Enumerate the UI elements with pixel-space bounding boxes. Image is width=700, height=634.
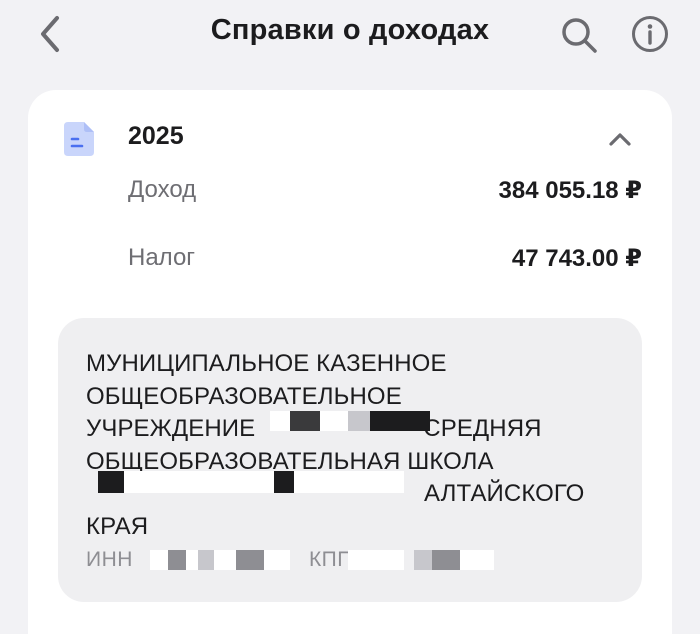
redaction-mask xyxy=(460,550,494,570)
redaction-mask xyxy=(186,550,198,570)
redaction-mask xyxy=(348,550,404,570)
employer-name-part: СРЕДНЯЯ xyxy=(423,415,542,442)
redaction-mask xyxy=(236,550,264,570)
redaction-mask xyxy=(264,550,290,570)
redaction-mask xyxy=(214,550,236,570)
certificate-year[interactable]: 2025 xyxy=(128,122,184,151)
search-icon xyxy=(562,18,597,53)
redaction-mask xyxy=(274,471,294,493)
income-value: 384 055.18 ₽ xyxy=(498,177,642,204)
employer-block[interactable]: МУНИЦИПАЛЬНОЕ КАЗЕННОЕ ОБЩЕОБРАЗОВАТЕЛЬН… xyxy=(58,318,642,602)
info-icon xyxy=(632,16,668,52)
search-button[interactable] xyxy=(556,12,602,58)
info-button[interactable] xyxy=(626,10,674,58)
inn-label: ИНН xyxy=(86,548,133,571)
redaction-mask xyxy=(254,471,274,493)
tax-value: 47 743.00 ₽ xyxy=(511,245,642,272)
income-certificate-card: 2025 Доход 384 055.18 ₽ Налог 47 743.00 … xyxy=(28,90,672,634)
redaction-mask xyxy=(98,471,124,493)
redaction-mask xyxy=(270,411,290,431)
employer-name: МУНИЦИПАЛЬНОЕ КАЗЕННОЕ ОБЩЕОБРАЗОВАТЕЛЬН… xyxy=(86,348,606,543)
employer-name-line: ОБЩЕОБРАЗОВАТЕЛЬНОЕ xyxy=(86,382,402,410)
employer-name-line: МУНИЦИПАЛЬНОЕ КАЗЕННОЕ xyxy=(86,350,447,377)
redaction-mask xyxy=(320,411,348,431)
redaction-mask xyxy=(168,550,186,570)
redaction-mask xyxy=(348,411,370,431)
employer-name-part: УЧРЕЖДЕНИЕ xyxy=(86,415,256,442)
redaction-mask xyxy=(414,550,432,570)
redaction-mask xyxy=(124,471,254,493)
income-label: Доход xyxy=(128,176,197,203)
redaction-mask xyxy=(432,550,460,570)
redaction-mask xyxy=(150,550,168,570)
employer-name-part: АЛТАЙСКОГО xyxy=(424,480,585,507)
kpp-label: КПП xyxy=(308,548,353,571)
redaction-mask xyxy=(294,471,404,493)
collapse-toggle[interactable] xyxy=(602,124,638,154)
chevron-up-icon xyxy=(609,133,631,146)
employer-name-line: КРАЯ xyxy=(86,512,149,540)
redaction-mask xyxy=(370,411,430,431)
redaction-mask xyxy=(290,411,320,431)
redaction-mask xyxy=(198,550,214,570)
document-icon xyxy=(64,122,94,156)
top-bar: Справки о доходах xyxy=(0,0,700,70)
tax-label: Налог xyxy=(128,244,196,271)
